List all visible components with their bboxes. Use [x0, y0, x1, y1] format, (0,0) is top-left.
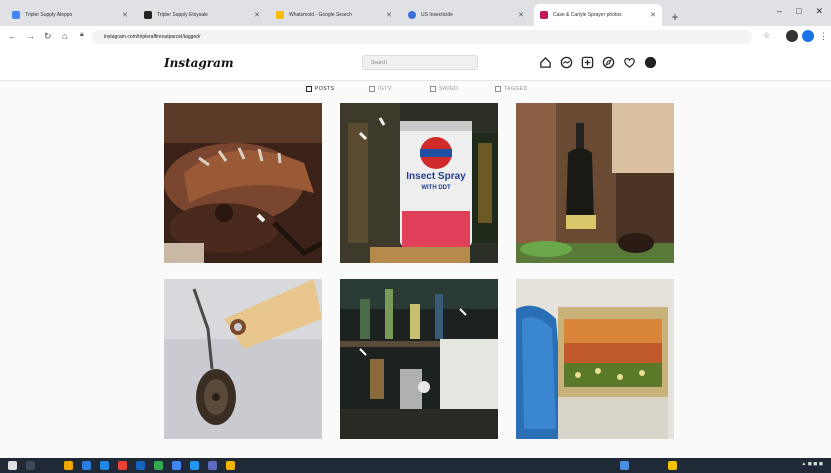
word-icon[interactable] [136, 461, 145, 470]
tab-posts[interactable]: POSTS [306, 86, 334, 92]
post-thumbnail-4[interactable] [164, 279, 322, 439]
app-icon[interactable] [208, 461, 217, 470]
post-thumbnail-5[interactable] [340, 279, 498, 439]
messenger-icon[interactable] [560, 56, 573, 69]
tab-favicon [12, 11, 20, 19]
instagram-header: Instagram Search [0, 48, 831, 81]
lock-icon: 🔒︎ [80, 31, 84, 38]
extension-icon[interactable] [786, 30, 798, 42]
new-tab-button[interactable]: + [666, 8, 684, 26]
browser-tab-bar: Tripler Supply Aleppo ✕ Tripler Supply E… [0, 0, 831, 26]
url-field[interactable]: instagram.com/tripleraffireoutparcel/tag… [92, 30, 752, 44]
tab-favicon [540, 11, 548, 19]
home-browser-icon[interactable]: ⌂ [62, 31, 67, 41]
post-thumbnail-6[interactable] [516, 279, 674, 439]
can-label-text: Insect Spray [406, 171, 466, 182]
tray-app-icon[interactable] [620, 461, 629, 470]
browser-tab-1[interactable]: Tripler Supply Aleppo ✕ [6, 4, 134, 26]
tray-app-icon[interactable] [668, 461, 677, 470]
tag-icon [495, 86, 501, 92]
search-input[interactable]: Search [362, 55, 478, 70]
tab-title: Tripler Supply Aleppo [25, 12, 73, 18]
system-tray[interactable]: ▲ ◼ ◼ ◼ [801, 461, 823, 467]
browser-tab-5-active[interactable]: Case & Carlyle Sprayer photos ✕ [534, 4, 662, 26]
browser-menu-icon[interactable]: ⋮ [819, 31, 828, 42]
search-taskbar-icon[interactable] [26, 461, 35, 470]
forward-arrow-icon[interactable]: → [26, 31, 35, 41]
tab-tagged[interactable]: TAGGED [495, 86, 528, 92]
close-tab-icon[interactable]: ✕ [386, 11, 392, 19]
close-window-button[interactable]: ✕ [815, 6, 823, 17]
taskbar: ▲ ◼ ◼ ◼ [0, 458, 831, 473]
edge-icon[interactable] [100, 461, 109, 470]
post-thumbnail-2[interactable]: Insect Spray WITH DDT [340, 103, 498, 263]
address-bar-row: ← → ↻ ⌂ 🔒︎ instagram.com/tripleraffireou… [0, 26, 831, 49]
app-icon[interactable] [190, 461, 199, 470]
profile-avatar[interactable] [802, 30, 814, 42]
browser-tab-3[interactable]: Whatsmold - Google Search ✕ [270, 4, 398, 26]
close-tab-icon[interactable]: ✕ [122, 11, 128, 19]
explore-icon[interactable] [602, 56, 615, 69]
header-nav-icons [539, 56, 657, 69]
post-thumbnail-1[interactable] [164, 103, 322, 263]
tab-title: Tripler Supply Etsysale [157, 12, 208, 18]
close-tab-icon[interactable]: ✕ [254, 11, 260, 19]
file-explorer-icon[interactable] [64, 461, 73, 470]
app-icon[interactable] [226, 461, 235, 470]
post-image [164, 103, 322, 263]
mail-icon[interactable] [82, 461, 91, 470]
browser-tab-4[interactable]: US Insecticide ✕ [402, 4, 530, 26]
tab-label: SAVED [439, 86, 459, 92]
tab-favicon [408, 11, 416, 19]
chrome-icon[interactable] [172, 461, 181, 470]
post-image [164, 279, 322, 439]
maximize-button[interactable]: □ [796, 6, 801, 17]
post-image [516, 279, 674, 439]
tab-label: IGTV [378, 86, 392, 92]
tab-favicon [144, 11, 152, 19]
close-tab-icon[interactable]: ✕ [518, 11, 524, 19]
tab-saved[interactable]: SAVED [430, 86, 458, 92]
instagram-logo[interactable]: Instagram [164, 56, 234, 70]
post-image [340, 279, 498, 439]
bookmark-star-icon[interactable]: ☆ [763, 31, 770, 40]
tab-label: TAGGED [504, 86, 528, 92]
avatar[interactable] [644, 56, 657, 69]
excel-icon[interactable] [154, 461, 163, 470]
tab-title: US Insecticide [421, 12, 453, 18]
tab-label: POSTS [315, 86, 335, 92]
post-thumbnail-3[interactable] [516, 103, 674, 263]
post-image: Insect Spray WITH DDT [340, 103, 498, 263]
tab-favicon [276, 11, 284, 19]
minimize-button[interactable]: – [777, 6, 782, 17]
can-sub-label-text: WITH DDT [421, 185, 451, 191]
window-controls: – □ ✕ [777, 6, 823, 17]
app-icon[interactable] [118, 461, 127, 470]
start-icon[interactable] [8, 461, 17, 470]
profile-tabs: POSTS IGTV SAVED TAGGED [0, 80, 831, 102]
tab-title: Case & Carlyle Sprayer photos [553, 12, 622, 18]
new-post-icon[interactable] [581, 56, 594, 69]
reload-icon[interactable]: ↻ [44, 31, 52, 42]
post-image [516, 103, 674, 263]
bookmark-icon [430, 86, 436, 92]
tab-igtv[interactable]: IGTV [369, 86, 392, 92]
close-tab-icon[interactable]: ✕ [650, 11, 656, 19]
tv-icon [369, 86, 375, 92]
grid-icon [306, 86, 312, 92]
back-arrow-icon[interactable]: ← [8, 31, 17, 41]
browser-tab-2[interactable]: Tripler Supply Etsysale ✕ [138, 4, 266, 26]
heart-icon[interactable] [623, 56, 636, 69]
home-icon[interactable] [539, 56, 552, 69]
tab-title: Whatsmold - Google Search [289, 12, 352, 18]
